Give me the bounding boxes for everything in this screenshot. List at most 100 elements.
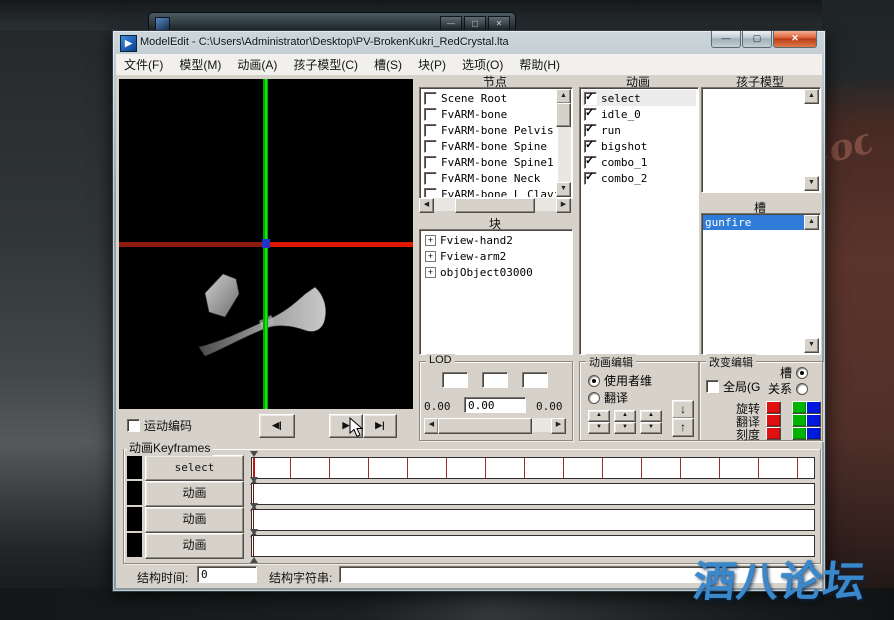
slot-row-selected[interactable]: gunfire	[703, 215, 805, 230]
lod-box-3[interactable]	[522, 372, 548, 388]
spinner-3[interactable]: ▲ ▼	[640, 410, 662, 434]
marker-top-icon[interactable]	[250, 451, 258, 457]
rotate-z-button[interactable]	[806, 401, 821, 414]
animation-row[interactable]: idle_0	[582, 106, 696, 122]
scroll-down-icon[interactable]: ▼	[804, 338, 819, 353]
struct-time-input[interactable]	[197, 566, 257, 583]
radio-user-icon[interactable]	[588, 375, 600, 387]
translate-x-button[interactable]	[766, 414, 781, 427]
playhead-line[interactable]	[253, 484, 254, 504]
node-row[interactable]: FvARM-bone Neck	[422, 170, 557, 186]
node-checkbox[interactable]	[424, 172, 437, 185]
menu-file[interactable]: 文件(F)	[116, 54, 171, 76]
scroll-right-icon[interactable]: ▶	[551, 418, 566, 434]
child-models-list[interactable]: ▲ ▼	[701, 87, 821, 193]
spin-down-icon[interactable]: ▼	[640, 422, 662, 434]
playhead-line[interactable]	[253, 510, 254, 530]
node-checkbox[interactable]	[424, 108, 437, 121]
viewport-3d[interactable]	[119, 79, 413, 409]
expand-icon[interactable]	[425, 267, 436, 278]
global-checkbox[interactable]	[706, 380, 719, 393]
scale-x-button[interactable]	[766, 427, 781, 440]
to-end-button[interactable]: ▶|	[363, 414, 397, 438]
node-row[interactable]: FvARM-bone Spine1	[422, 154, 557, 170]
child-models-scrollbar[interactable]: ▲ ▼	[806, 89, 819, 191]
spin-down-icon[interactable]: ▼	[614, 422, 636, 434]
close-button[interactable]: ✕	[773, 31, 817, 48]
rotate-y-button[interactable]	[792, 401, 807, 414]
radio-row-translate[interactable]: 翻译	[588, 389, 628, 406]
titlebar[interactable]: ▶ ModelEdit - C:\Users\Administrator\Des…	[113, 31, 825, 54]
node-checkbox[interactable]	[424, 92, 437, 105]
anim-checkbox-checked[interactable]	[584, 140, 597, 153]
spin-down-icon[interactable]: ▼	[588, 422, 610, 434]
timeline-track-2[interactable]	[251, 483, 815, 505]
spin-up-icon[interactable]: ▲	[588, 410, 610, 422]
node-checkbox[interactable]	[424, 124, 437, 137]
expand-icon[interactable]	[425, 235, 436, 246]
global-checkbox-row[interactable]: 全局(G	[706, 378, 760, 395]
slots-scrollbar[interactable]: ▲ ▼	[806, 215, 819, 353]
node-checkbox[interactable]	[424, 156, 437, 169]
scroll-left-icon[interactable]: ◀	[419, 198, 434, 213]
move-up-button[interactable]: ↑	[672, 418, 694, 437]
animation-row[interactable]: bigshot	[582, 138, 696, 154]
keyframe-button-anim-3[interactable]: 动画	[145, 533, 244, 559]
relation-radio-row[interactable]: 关系	[768, 380, 812, 397]
tree-row[interactable]: Fview-arm2	[421, 248, 571, 264]
keyframe-color-swatch[interactable]	[127, 455, 142, 479]
motion-checkbox[interactable]	[127, 419, 140, 432]
spin-up-icon[interactable]: ▲	[640, 410, 662, 422]
spin-up-icon[interactable]: ▲	[614, 410, 636, 422]
node-checkbox[interactable]	[424, 188, 437, 198]
nodes-list[interactable]: Scene Root FvARM-bone FvARM-bone Pelvis …	[419, 87, 573, 199]
spinner-1[interactable]: ▲ ▼	[588, 410, 610, 434]
keyframe-button-anim-1[interactable]: 动画	[145, 481, 244, 507]
relation-radio-icon[interactable]	[796, 383, 808, 395]
animations-list[interactable]: select idle_0 run bigshot combo_1 combo_…	[579, 87, 699, 355]
slots-list[interactable]: gunfire ▲ ▼	[701, 213, 821, 355]
anim-checkbox-checked[interactable]	[584, 172, 597, 185]
timeline-track-3[interactable]	[251, 509, 815, 531]
scroll-up-icon[interactable]: ▲	[556, 89, 571, 104]
marker-top-icon[interactable]	[250, 503, 258, 509]
animation-row-selected[interactable]: select	[582, 90, 696, 106]
tree-row[interactable]: Fview-hand2	[421, 232, 571, 248]
to-start-button[interactable]: ◀|	[259, 414, 295, 438]
scroll-thumb[interactable]	[556, 103, 571, 127]
rotate-x-button[interactable]	[766, 401, 781, 414]
anim-checkbox-checked[interactable]	[584, 108, 597, 121]
slot-radio-row[interactable]: 槽	[780, 364, 812, 381]
keyframe-button-anim-2[interactable]: 动画	[145, 507, 244, 533]
menu-model[interactable]: 模型(M)	[171, 54, 229, 76]
radio-row-user[interactable]: 使用者维	[588, 372, 652, 389]
radio-translate-icon[interactable]	[588, 392, 600, 404]
translate-z-button[interactable]	[806, 414, 821, 427]
anim-checkbox-checked[interactable]	[584, 92, 597, 105]
scroll-thumb[interactable]	[438, 418, 532, 434]
move-down-button[interactable]: ↓	[672, 400, 694, 419]
keyframe-button-select[interactable]: select	[145, 455, 244, 481]
menu-childmodel[interactable]: 孩子模型(C)	[285, 54, 366, 76]
bgwin-minimize-button[interactable]: —	[440, 16, 462, 31]
scale-z-button[interactable]	[806, 427, 821, 440]
maximize-button[interactable]: ▢	[742, 31, 772, 48]
animation-row[interactable]: combo_2	[582, 170, 696, 186]
scroll-thumb[interactable]	[455, 198, 535, 213]
scroll-down-icon[interactable]: ▼	[804, 176, 819, 191]
anim-checkbox-checked[interactable]	[584, 156, 597, 169]
nodes-vscrollbar[interactable]: ▲ ▼	[558, 89, 571, 197]
scale-y-button[interactable]	[792, 427, 807, 440]
timeline-track-1[interactable]	[251, 457, 815, 479]
node-row[interactable]: FvARM-bone Pelvis	[422, 122, 557, 138]
animation-row[interactable]: combo_1	[582, 154, 696, 170]
node-row[interactable]: FvARM-bone L Clavicle	[422, 186, 557, 197]
anim-checkbox-checked[interactable]	[584, 124, 597, 137]
expand-icon[interactable]	[425, 251, 436, 262]
translate-y-button[interactable]	[792, 414, 807, 427]
spinner-2[interactable]: ▲ ▼	[614, 410, 636, 434]
scroll-down-icon[interactable]: ▼	[556, 182, 571, 197]
marker-bottom-icon[interactable]	[250, 557, 258, 563]
lod-box-2[interactable]	[482, 372, 508, 388]
keyframe-color-swatch[interactable]	[127, 481, 142, 505]
